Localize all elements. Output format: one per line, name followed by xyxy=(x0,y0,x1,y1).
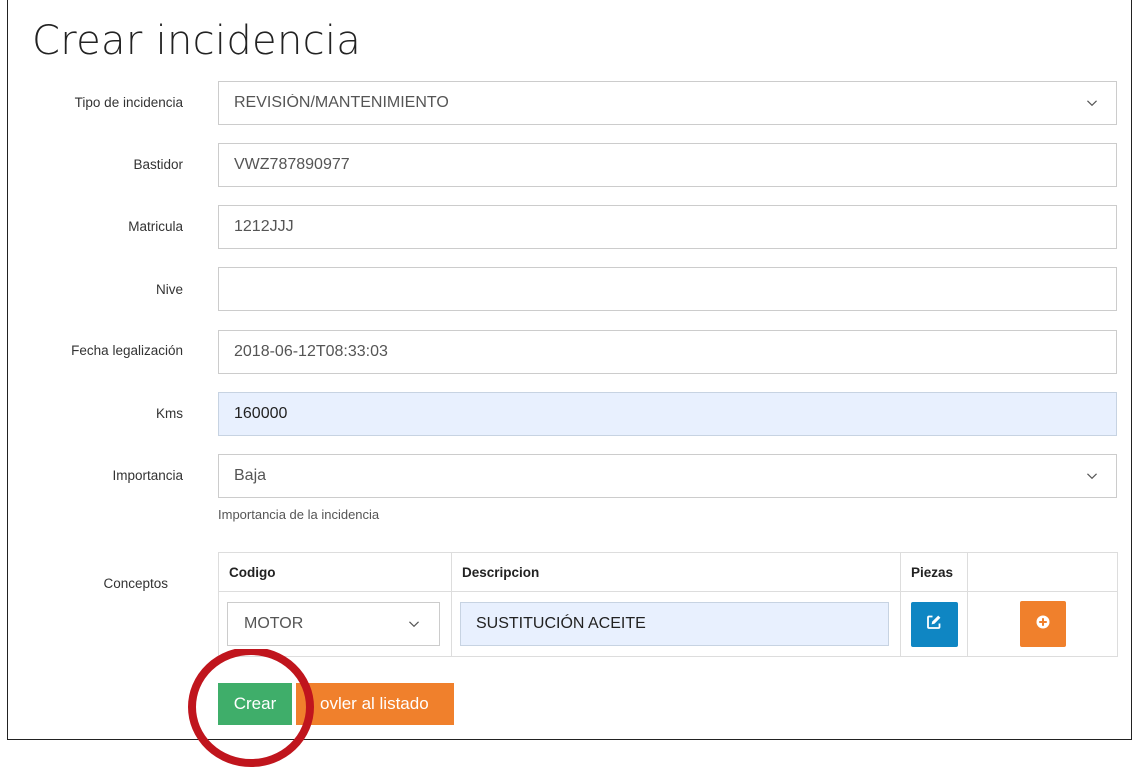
add-concepto-button[interactable] xyxy=(1019,601,1066,647)
tipo-select[interactable]: REVISIÓN/MANTENIMIENTO xyxy=(218,81,1117,125)
descripcion-cell: SUSTITUCIÓN ACEITE xyxy=(451,591,901,657)
kms-input[interactable]: 160000 xyxy=(218,392,1117,436)
bastidor-label: Bastidor xyxy=(133,157,183,172)
chevron-down-icon xyxy=(1087,471,1097,481)
table-row: MOTOR SUSTITUCIÓN ACEITE xyxy=(218,591,1118,657)
codigo-cell: MOTOR xyxy=(218,591,452,657)
importancia-value: Baja xyxy=(234,467,267,484)
bastidor-value: VWZ787890977 xyxy=(234,156,350,173)
conceptos-label: Conceptos xyxy=(103,576,168,591)
piezas-header: Piezas xyxy=(900,552,968,592)
codigo-header: Codigo xyxy=(218,552,452,592)
nive-input[interactable] xyxy=(218,267,1117,311)
importancia-help: Importancia de la incidencia xyxy=(218,507,380,522)
volver-listado-button[interactable]: ovler al listado xyxy=(296,683,454,725)
fecha-value: 2018-06-12T08:33:03 xyxy=(234,343,388,360)
matricula-value: 1212JJJ xyxy=(234,218,294,235)
descripcion-input[interactable]: SUSTITUCIÓN ACEITE xyxy=(460,602,889,646)
page-title: Crear incidencia xyxy=(32,18,362,64)
importancia-select[interactable]: Baja xyxy=(218,454,1117,498)
chevron-down-icon xyxy=(409,619,419,629)
kms-value: 160000 xyxy=(234,405,288,422)
kms-label: Kms xyxy=(156,406,183,421)
edit-icon xyxy=(926,614,942,635)
descripcion-header: Descripcion xyxy=(451,552,901,592)
piezas-cell xyxy=(900,591,968,657)
nive-label: Nive xyxy=(155,282,183,297)
tipo-label: Tipo de incidencia xyxy=(74,95,183,110)
crear-button[interactable]: Crear xyxy=(218,683,292,725)
chevron-down-icon xyxy=(1087,98,1097,108)
plus-circle-icon xyxy=(1036,615,1050,634)
table-header-row: Codigo Descripcion Piezas xyxy=(218,552,1118,592)
fecha-input[interactable]: 2018-06-12T08:33:03 xyxy=(218,330,1117,374)
descripcion-value: SUSTITUCIÓN ACEITE xyxy=(476,615,646,632)
codigo-select[interactable]: MOTOR xyxy=(227,602,440,646)
actions-cell xyxy=(967,591,1118,657)
conceptos-table: Codigo Descripcion Piezas MOTOR SUSTITUC… xyxy=(218,552,1118,657)
matricula-label: Matricula xyxy=(128,219,183,234)
fecha-label: Fecha legalización xyxy=(71,343,183,358)
actions-header xyxy=(967,552,1118,592)
bastidor-input[interactable]: VWZ787890977 xyxy=(218,143,1117,187)
codigo-value: MOTOR xyxy=(244,615,304,632)
edit-piezas-button[interactable] xyxy=(910,601,958,647)
importancia-label: Importancia xyxy=(112,468,183,483)
tipo-value: REVISIÓN/MANTENIMIENTO xyxy=(234,94,449,111)
matricula-input[interactable]: 1212JJJ xyxy=(218,205,1117,249)
